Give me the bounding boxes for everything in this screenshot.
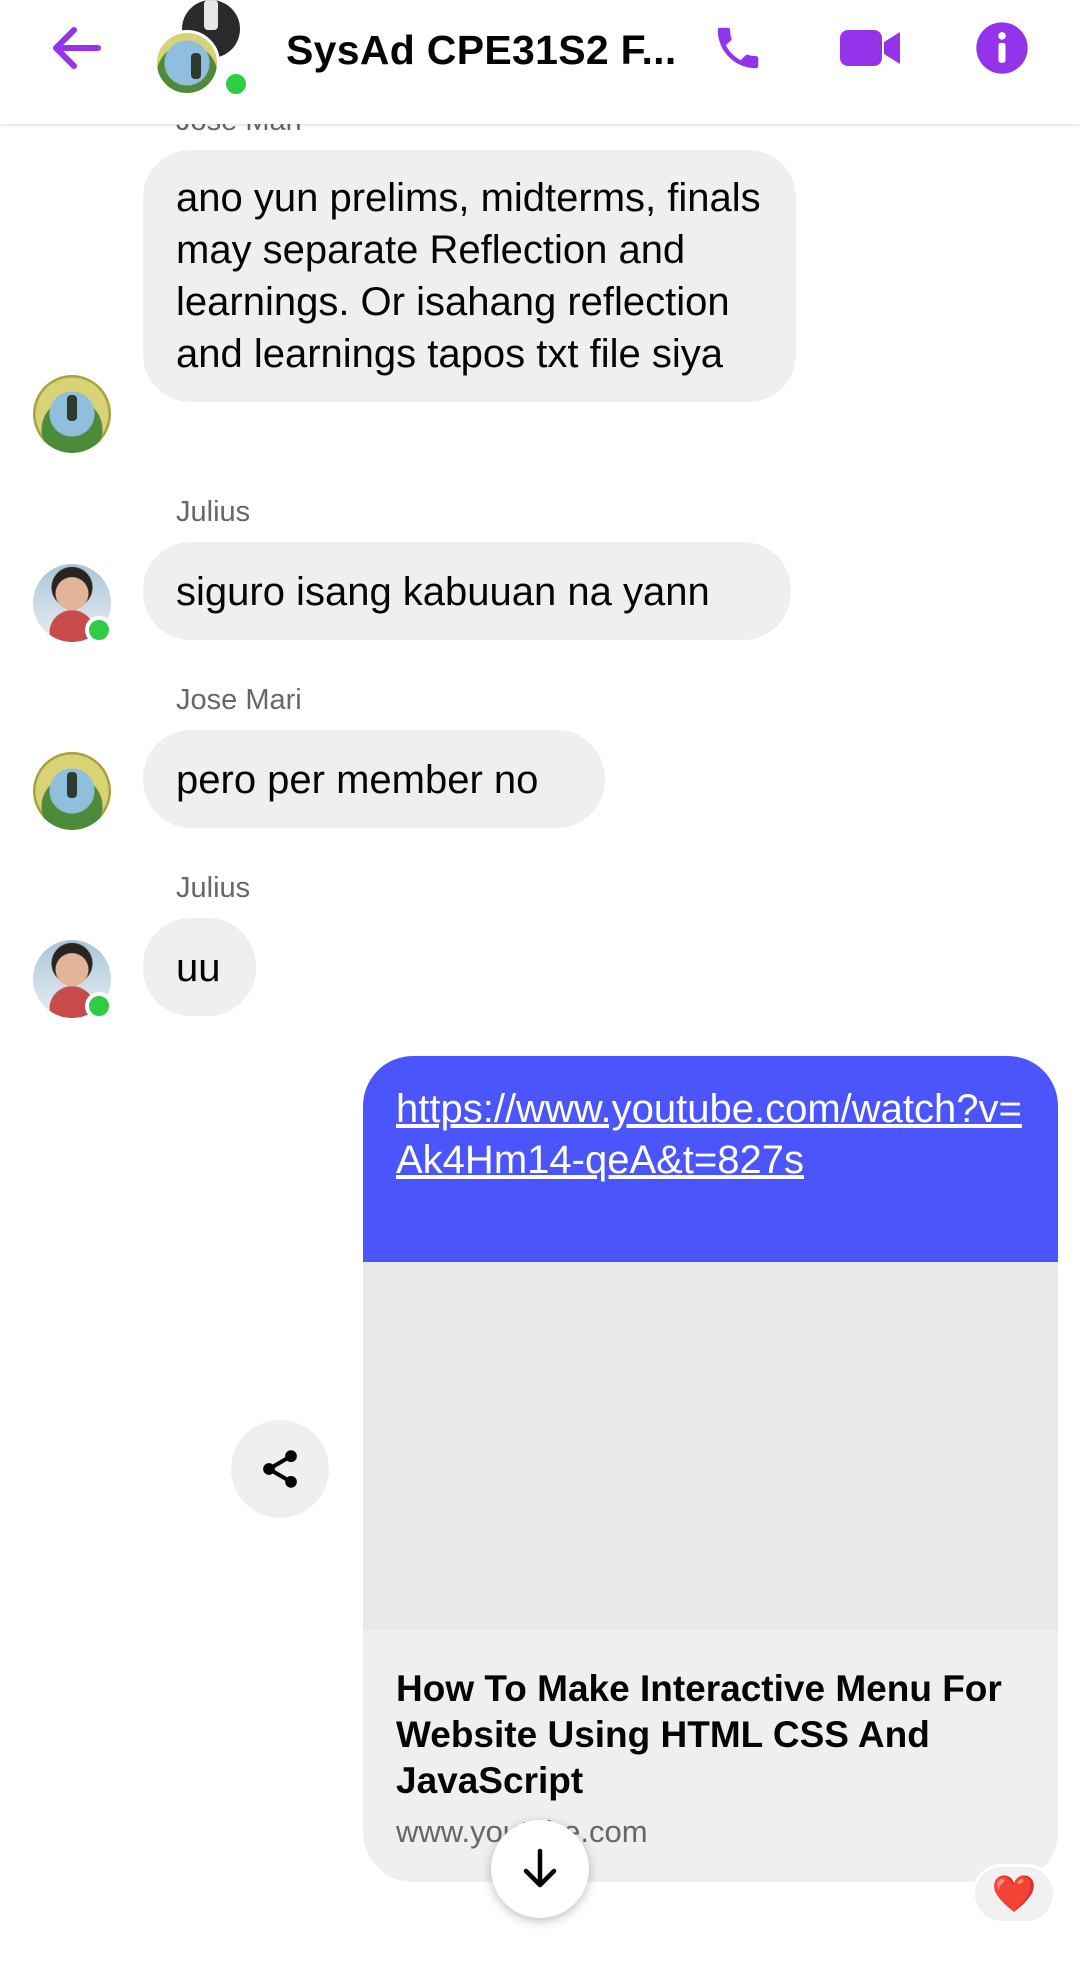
info-icon bbox=[976, 22, 1028, 74]
online-indicator bbox=[85, 616, 113, 644]
video-camera-icon bbox=[840, 30, 900, 66]
conversation-title[interactable]: SysAd CPE31S2 F... bbox=[286, 22, 676, 78]
message-bubble[interactable]: siguro isang kabuuan na yann bbox=[143, 542, 791, 640]
heart-reaction[interactable]: ❤️ bbox=[972, 1864, 1056, 1924]
heart-icon: ❤️ bbox=[991, 1873, 1037, 1914]
online-indicator bbox=[222, 70, 250, 98]
link-preview-title: How To Make Interactive Menu For Website… bbox=[396, 1668, 1002, 1801]
share-icon bbox=[263, 1450, 297, 1488]
video-call-button[interactable] bbox=[836, 16, 906, 80]
message-sender: Julius bbox=[176, 496, 251, 528]
phone-icon bbox=[717, 27, 759, 69]
link-preview-domain: www.youtube.com bbox=[396, 1812, 1025, 1852]
arrow-left-icon bbox=[53, 27, 101, 69]
link-message-bubble: https://www.youtube.com/watch?v=Ak4Hm14-… bbox=[363, 1056, 1058, 1262]
message-bubble[interactable]: ano yun prelims, midterms, finals may se… bbox=[143, 150, 796, 402]
back-button[interactable] bbox=[44, 20, 108, 76]
group-avatar-photo bbox=[154, 30, 220, 96]
message-bubble[interactable]: pero per member no bbox=[143, 730, 605, 828]
avatar[interactable] bbox=[33, 752, 111, 830]
conversation-info-button[interactable] bbox=[970, 16, 1034, 80]
message-link[interactable]: https://www.youtube.com/watch?v=Ak4Hm14-… bbox=[396, 1084, 1025, 1186]
arrow-down-icon bbox=[523, 1848, 557, 1888]
avatar[interactable] bbox=[33, 375, 111, 453]
link-preview-thumbnail[interactable] bbox=[363, 1262, 1058, 1630]
scroll-to-bottom-button[interactable] bbox=[491, 1820, 589, 1918]
link-preview-info[interactable]: How To Make Interactive Menu For Website… bbox=[363, 1630, 1058, 1852]
share-button[interactable] bbox=[231, 1420, 329, 1518]
group-avatar[interactable] bbox=[150, 0, 260, 100]
message-sender: Julius bbox=[176, 872, 251, 904]
message-bubble[interactable]: uu bbox=[143, 918, 256, 1016]
message-sender: Jose Mari bbox=[176, 684, 302, 716]
link-share-card[interactable]: https://www.youtube.com/watch?v=Ak4Hm14-… bbox=[363, 1056, 1058, 1882]
online-indicator bbox=[85, 992, 113, 1020]
call-button[interactable] bbox=[706, 16, 770, 80]
chat-header: SysAd CPE31S2 F... bbox=[0, 0, 1080, 124]
